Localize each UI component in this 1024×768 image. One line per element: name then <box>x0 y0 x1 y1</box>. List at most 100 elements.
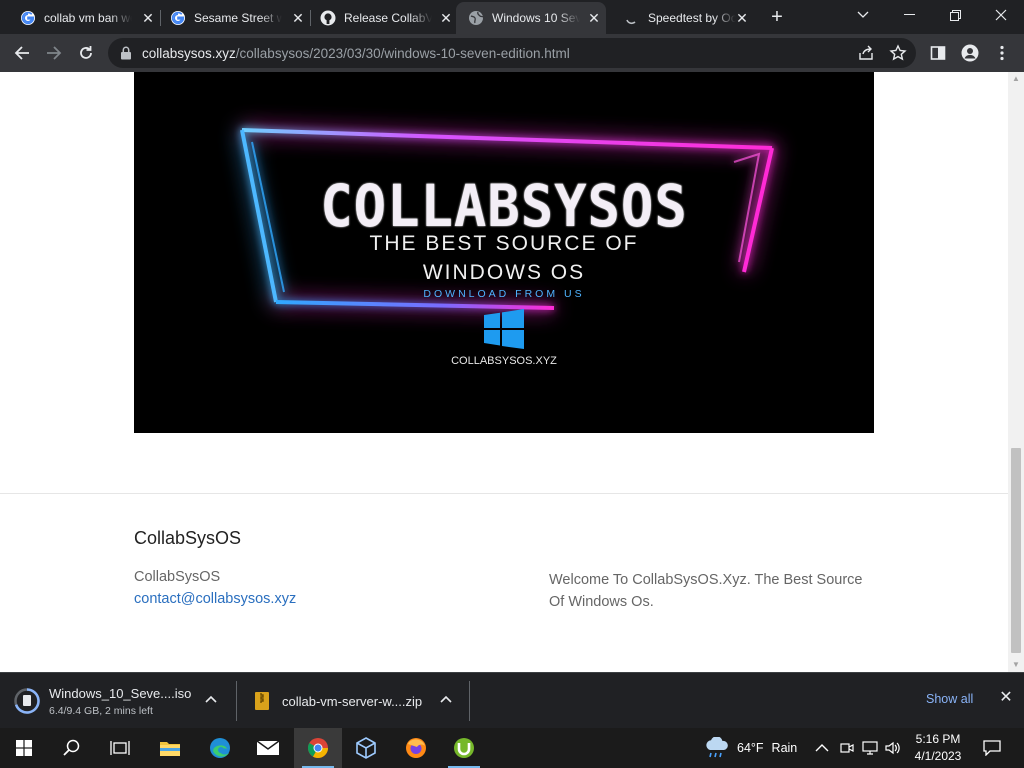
close-tab-icon[interactable]: ✕ <box>734 10 750 26</box>
search-button[interactable] <box>48 728 96 768</box>
system-clock[interactable]: 5:16 PM 4/1/2023 <box>900 731 976 765</box>
back-button[interactable] <box>8 39 36 67</box>
tab-title: Sesame Street website <box>194 11 282 25</box>
clock-time: 5:16 PM <box>915 732 961 746</box>
download-filename: collab-vm-server-w....zip <box>282 693 423 709</box>
minimize-button[interactable] <box>886 0 932 30</box>
tab-title: Release CollabVM <box>344 11 432 25</box>
windows-taskbar: 64°F Rain 5:16 PM 4/1/2023 <box>0 728 1024 768</box>
close-download-shelf-icon[interactable]: ✕ <box>997 689 1015 707</box>
virtualbox-icon <box>356 737 376 759</box>
url-text: collabsysos.xyz/collabsysos/2023/03/30/w… <box>142 46 570 61</box>
banner-site: COLLABSYSOS.XYZ <box>451 355 557 367</box>
tab-search-button[interactable] <box>840 0 886 30</box>
mail-icon <box>256 740 280 755</box>
download-progress-icon <box>14 688 40 714</box>
banner-line-3: DOWNLOAD FROM US <box>423 288 585 300</box>
search-icon <box>63 739 80 756</box>
bookmark-star-icon[interactable] <box>889 44 907 62</box>
scroll-up-icon[interactable]: ▲ <box>1008 72 1024 86</box>
menu-button[interactable] <box>988 39 1016 67</box>
tab-sesame-street[interactable]: Sesame Street website ✕ <box>150 2 311 34</box>
banner-line-1: THE BEST SOURCE OF <box>369 232 639 255</box>
side-panel-icon <box>930 46 946 60</box>
tab-title: collab vm ban website <box>44 11 132 25</box>
show-all-downloads-button[interactable]: Show all <box>926 692 973 706</box>
new-tab-button[interactable]: + <box>766 6 788 28</box>
download-item-zip[interactable]: collab-vm-server-w....zip <box>254 679 459 723</box>
rain-cloud-icon <box>706 737 728 758</box>
close-icon <box>995 9 1007 21</box>
tab-speedtest[interactable]: Speedtest by Ookla ✕ <box>604 2 754 34</box>
chevron-down-icon <box>857 11 869 18</box>
side-panel-button[interactable] <box>924 39 952 67</box>
banner-headline: COLLABSYSOS <box>320 172 688 240</box>
arrow-right-icon <box>47 46 62 60</box>
footer-title: CollabSysOS <box>134 528 242 548</box>
virtualbox-button[interactable] <box>342 728 390 768</box>
minimize-icon <box>903 14 915 15</box>
kebab-menu-icon <box>1000 45 1004 61</box>
github-icon <box>320 10 336 26</box>
download-shelf: Windows_10_Seve....iso 6.4/9.4 GB, 2 min… <box>0 672 1024 728</box>
restore-button[interactable] <box>932 0 978 30</box>
windows-logo-icon <box>484 309 524 349</box>
task-view-button[interactable] <box>96 728 144 768</box>
banner-image: COLLABSYSOS THE BEST SOURCE OF WINDOWS O… <box>134 72 874 433</box>
weather-temp: 64°F <box>737 741 764 755</box>
address-bar[interactable]: collabsysos.xyz/collabsysos/2023/03/30/w… <box>108 38 916 68</box>
utorrent-button[interactable] <box>440 728 488 768</box>
google-icon <box>20 10 36 26</box>
scroll-down-icon[interactable]: ▼ <box>1008 658 1024 672</box>
footer-divider <box>0 493 1008 494</box>
tab-windows-10-seven[interactable]: Windows 10 Seven Edition ✕ <box>456 2 606 34</box>
utorrent-icon <box>454 738 474 758</box>
zip-file-icon <box>254 691 270 711</box>
weather-condition: Rain <box>771 741 798 755</box>
tab-release-collabvm[interactable]: Release CollabVM ✕ <box>300 2 458 34</box>
tab-strip: collab vm ban website ✕ Sesame Street we… <box>0 0 1024 34</box>
browser-toolbar: collabsysos.xyz/collabsysos/2023/03/30/w… <box>0 34 1024 72</box>
task-view-icon <box>110 741 130 755</box>
share-icon[interactable] <box>857 44 875 62</box>
show-hidden-icons-button[interactable] <box>815 728 829 768</box>
loading-icon <box>624 10 640 26</box>
meet-now-icon[interactable] <box>840 728 854 768</box>
footer-site-name: CollabSysOS <box>134 569 221 585</box>
download-filename: Windows_10_Seve....iso <box>49 685 192 701</box>
scrollbar-thumb[interactable] <box>1011 448 1021 653</box>
chevron-up-icon[interactable] <box>440 692 452 706</box>
close-tab-icon[interactable]: ✕ <box>438 10 454 26</box>
close-tab-icon[interactable]: ✕ <box>586 10 602 26</box>
chrome-icon <box>307 738 328 758</box>
tab-collab-vm-ban[interactable]: collab vm ban website ✕ <box>0 2 161 34</box>
chevron-up-icon[interactable] <box>205 692 217 706</box>
page-scrollbar[interactable]: ▲ ▼ <box>1008 72 1024 672</box>
arrow-left-icon <box>14 46 29 60</box>
footer-email-link[interactable]: contact@collabsysos.xyz <box>134 591 296 607</box>
forward-button[interactable] <box>40 39 68 67</box>
notification-icon <box>983 740 1001 756</box>
google-icon <box>170 10 186 26</box>
download-item-iso[interactable]: Windows_10_Seve....iso 6.4/9.4 GB, 2 min… <box>14 679 229 723</box>
volume-icon[interactable] <box>885 728 901 768</box>
network-icon[interactable] <box>862 728 878 768</box>
edge-button[interactable] <box>196 728 244 768</box>
profile-button[interactable] <box>956 39 984 67</box>
start-button[interactable] <box>0 728 48 768</box>
footer-description: Welcome To CollabSysOS.Xyz. The Best Sou… <box>549 572 863 610</box>
edge-icon <box>210 738 230 758</box>
page-content: COLLABSYSOS THE BEST SOURCE OF WINDOWS O… <box>0 72 1008 672</box>
restore-icon <box>949 9 961 21</box>
firefox-button[interactable] <box>392 728 440 768</box>
chrome-button[interactable] <box>294 728 342 768</box>
windows-start-icon <box>16 740 32 756</box>
close-window-button[interactable] <box>978 0 1024 30</box>
tab-title: Speedtest by Ookla <box>648 11 736 25</box>
mail-button[interactable] <box>244 728 292 768</box>
lock-icon[interactable] <box>120 46 132 65</box>
weather-widget[interactable]: 64°F Rain <box>704 728 797 768</box>
notifications-button[interactable] <box>983 728 1001 768</box>
file-explorer-button[interactable] <box>146 728 194 768</box>
reload-button[interactable] <box>72 39 100 67</box>
